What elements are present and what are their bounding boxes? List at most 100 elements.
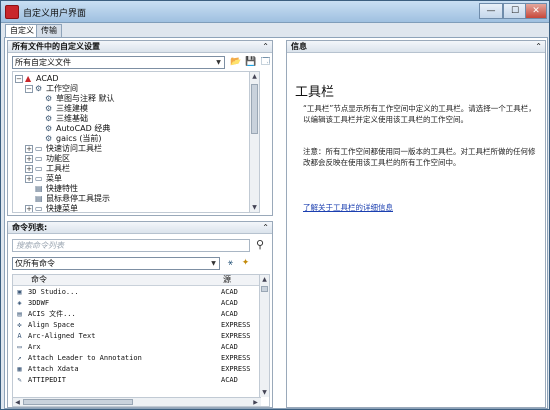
- command-filter-value: 仅所有命令: [15, 259, 55, 268]
- collapse-icon[interactable]: ⌃: [262, 222, 269, 233]
- customization-tree[interactable]: − ▲ ACAD − ⚙ 工作空间 ⚙ 草图与注释 默认 ⚙ 三维建模 ⚙ 三维基础 ⚙ Aut…: [12, 71, 260, 213]
- command-list-hscrollbar[interactable]: ◀ ▶: [13, 397, 261, 406]
- tree-node-label: 菜单: [46, 174, 62, 183]
- close-button[interactable]: ✕: [525, 3, 547, 19]
- tab-customize[interactable]: 自定义: [5, 24, 39, 38]
- maximize-button[interactable]: ☐: [503, 3, 527, 19]
- table-row[interactable]: ◈ 3DDWF ACAD: [13, 298, 261, 309]
- workspace-icon: ⚙: [45, 104, 53, 113]
- expand-node-icon[interactable]: +: [25, 174, 33, 183]
- tree-node-acad[interactable]: − ▲ ACAD: [15, 74, 59, 84]
- table-row[interactable]: ✜ Align Space EXPRESS: [13, 320, 261, 331]
- load-partial-icon[interactable]: 🗔: [260, 57, 271, 68]
- collapse-icon[interactable]: ⌃: [535, 41, 542, 52]
- autocad-app-icon: [5, 5, 19, 19]
- tree-node-drafting[interactable]: ⚙ 草图与注释 默认: [45, 94, 115, 104]
- command-filter-select[interactable]: 仅所有命令 ▼: [12, 257, 220, 270]
- chevron-down-icon: ▼: [216, 59, 221, 66]
- collapse-node-icon[interactable]: −: [15, 74, 23, 83]
- command-icon: A: [17, 332, 22, 340]
- expand-node-icon[interactable]: +: [25, 164, 33, 173]
- tree-node-gaics[interactable]: ⚙ gaics (当前): [45, 134, 102, 144]
- tree-node-label: AutoCAD 经典: [56, 124, 111, 133]
- scroll-thumb[interactable]: [261, 286, 268, 292]
- tab-transfer[interactable]: 传输: [36, 24, 62, 37]
- table-row[interactable]: ▣ 3D Studio... ACAD: [13, 287, 261, 298]
- information-panel-header[interactable]: 信息 ⌃: [287, 41, 545, 53]
- tree-node-qat[interactable]: + ▭ 快速访问工具栏: [25, 144, 102, 154]
- hscroll-thumb[interactable]: [23, 399, 133, 405]
- command-source: ACAD: [221, 376, 238, 384]
- expand-node-icon[interactable]: +: [25, 144, 33, 153]
- command-name: ATTIPEDIT: [28, 376, 66, 384]
- scroll-down-icon[interactable]: ▼: [260, 388, 269, 397]
- table-row[interactable]: ▦ Attach Xdata EXPRESS: [13, 364, 261, 375]
- workspace-icon: ⚙: [45, 134, 53, 143]
- tree-node-menus[interactable]: + ▭ 菜单: [25, 174, 62, 184]
- information-panel: 信息 ⌃ 工具栏 “工具栏”节点显示所有工作空间中定义的工具栏。请选择一个工具栏…: [286, 40, 546, 408]
- tree-node-classic[interactable]: ⚙ AutoCAD 经典: [45, 124, 110, 134]
- command-name: Arc-Aligned Text: [28, 332, 96, 340]
- command-icon: ▣: [17, 288, 22, 296]
- info-note: 注意：所有工作空间都使用同一版本的工具栏。对工具栏所做的任何修改都会反映在使用该…: [303, 147, 536, 167]
- tree-node-toolbars[interactable]: + ▭ 工具栏: [25, 164, 70, 174]
- toolbar-icon: ▭: [35, 144, 43, 153]
- customizations-panel-header[interactable]: 所有文件中的自定义设置 ⌃: [8, 41, 272, 53]
- open-file-icon[interactable]: 📂: [230, 57, 241, 68]
- customizations-panel-title: 所有文件中的自定义设置: [12, 42, 100, 51]
- tree-node-ribbon[interactable]: + ▭ 功能区: [25, 154, 70, 164]
- collapse-icon[interactable]: ⌃: [262, 41, 269, 52]
- tree-node-shortcut-menus[interactable]: + ▭ 快捷菜单: [25, 204, 78, 212]
- table-row[interactable]: ▤ ACIS 文件... ACAD: [13, 309, 261, 320]
- collapse-node-icon[interactable]: −: [25, 84, 33, 93]
- table-row[interactable]: ↗ Attach Leader to Annotation EXPRESS: [13, 353, 261, 364]
- command-source: ACAD: [221, 310, 238, 318]
- learn-more-link[interactable]: 了解关于工具栏的详细信息: [303, 202, 393, 213]
- tree-node-label: 工作空间: [46, 84, 78, 93]
- table-row[interactable]: A Arc-Aligned Text EXPRESS: [13, 331, 261, 342]
- command-icon: ↗: [17, 354, 22, 362]
- find-command-icon[interactable]: ⚹: [225, 258, 236, 269]
- title-bar[interactable]: 自定义用户界面 — ☐ ✕: [1, 1, 549, 23]
- customization-file-select-value: 所有自定义文件: [15, 58, 71, 67]
- command-list[interactable]: 命令 源 ▣ 3D Studio... ACAD ◈ 3DDWF ACAD ▤ ACIS …: [12, 274, 270, 407]
- save-icon[interactable]: 💾: [245, 57, 256, 68]
- workspace-icon: ⚙: [45, 114, 53, 123]
- scroll-right-icon[interactable]: ▶: [251, 398, 260, 406]
- command-list-scrollbar[interactable]: ▲ ▼: [259, 275, 269, 397]
- scroll-up-icon[interactable]: ▲: [250, 72, 259, 81]
- new-command-icon[interactable]: ✦: [240, 258, 251, 269]
- info-description: “工具栏”节点显示所有工作空间中定义的工具栏。请选择一个工具栏，以编辑该工具栏并…: [303, 104, 536, 124]
- search-icon[interactable]: ⚲: [256, 238, 264, 251]
- minimize-button[interactable]: —: [479, 3, 503, 19]
- customizations-panel: 所有文件中的自定义设置 ⌃ 所有自定义文件 ▼ 📂 💾 🗔 − ▲ ACAD − ⚙ 工…: [7, 40, 273, 216]
- scroll-left-icon[interactable]: ◀: [13, 398, 22, 406]
- scroll-up-icon[interactable]: ▲: [260, 275, 269, 284]
- tree-node-label: 鼠标悬停工具提示: [46, 194, 110, 203]
- scroll-down-icon[interactable]: ▼: [250, 203, 259, 212]
- expand-node-icon[interactable]: +: [25, 204, 33, 212]
- column-source[interactable]: 源: [223, 275, 231, 285]
- customization-file-select[interactable]: 所有自定义文件 ▼: [12, 56, 225, 69]
- tab-content: 所有文件中的自定义设置 ⌃ 所有自定义文件 ▼ 📂 💾 🗔 − ▲ ACAD − ⚙ 工…: [4, 37, 548, 409]
- tree-node-3d-basics[interactable]: ⚙ 三维基础: [45, 114, 88, 124]
- tree-node-label: 三维建模: [56, 104, 88, 113]
- command-list-header[interactable]: 命令列表: ⌃: [8, 222, 272, 234]
- table-row[interactable]: ✎ ATTIPEDIT ACAD: [13, 375, 261, 386]
- acad-icon: ▲: [25, 74, 32, 83]
- column-command[interactable]: 命令: [31, 275, 47, 285]
- command-search-input[interactable]: 搜索命令列表: [12, 239, 250, 252]
- command-name: Attach Leader to Annotation: [28, 354, 142, 362]
- scroll-thumb[interactable]: [251, 84, 258, 134]
- tree-node-label: 功能区: [46, 154, 70, 163]
- tree-scrollbar[interactable]: ▲ ▼: [249, 72, 259, 212]
- workspace-icon: ⚙: [45, 124, 53, 133]
- tooltip-icon: ▤: [35, 194, 43, 203]
- customize-ui-window: 自定义用户界面 — ☐ ✕ 自定义 传输 所有文件中的自定义设置 ⌃ 所有自定义…: [0, 0, 550, 410]
- expand-node-icon[interactable]: +: [25, 154, 33, 163]
- tree-node-rollover-tooltips[interactable]: ▤ 鼠标悬停工具提示: [35, 194, 110, 204]
- table-row[interactable]: ▭ Arx ACAD: [13, 342, 261, 353]
- tree-node-workspaces[interactable]: − ⚙ 工作空间: [25, 84, 78, 94]
- tree-node-3d-modeling[interactable]: ⚙ 三维建模: [45, 104, 88, 114]
- tree-node-quick-properties[interactable]: ▤ 快捷特性: [35, 184, 78, 194]
